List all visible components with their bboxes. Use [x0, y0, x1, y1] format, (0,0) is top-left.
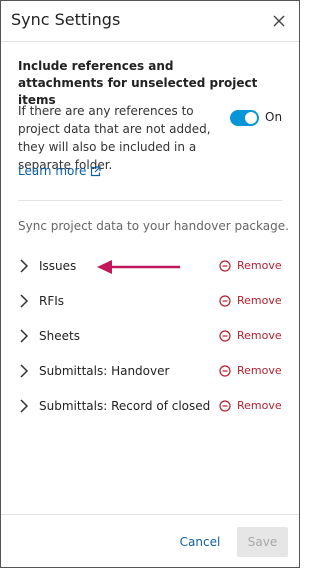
- chevron-right-icon[interactable]: [19, 364, 29, 378]
- dialog-title: Sync Settings: [11, 10, 121, 29]
- remove-button[interactable]: Remove: [219, 399, 282, 412]
- remove-button[interactable]: Remove: [219, 294, 282, 307]
- remove-label: Remove: [237, 364, 282, 377]
- save-button[interactable]: Save: [237, 527, 288, 557]
- learn-more-link[interactable]: Learn more: [18, 164, 102, 178]
- sync-item-label[interactable]: Issues: [39, 259, 76, 273]
- sync-description: Sync project data to your handover packa…: [18, 219, 289, 233]
- remove-button[interactable]: Remove: [219, 259, 282, 272]
- include-references-toggle[interactable]: [230, 110, 259, 126]
- sync-item-sheets: Sheets Remove: [1, 321, 299, 351]
- sync-item-label[interactable]: Sheets: [39, 329, 80, 343]
- sync-item-label[interactable]: RFIs: [39, 294, 64, 308]
- external-link-icon: [91, 165, 102, 176]
- minus-circle-icon: [219, 259, 231, 272]
- sync-settings-dialog: Sync Settings Include references and att…: [0, 0, 300, 568]
- toggle-state-label: On: [265, 110, 283, 124]
- minus-circle-icon: [219, 399, 231, 412]
- sync-item-label[interactable]: Submittals: Handover: [39, 364, 169, 378]
- chevron-right-icon[interactable]: [19, 294, 29, 308]
- remove-label: Remove: [237, 399, 282, 412]
- remove-label: Remove: [237, 259, 282, 272]
- chevron-right-icon[interactable]: [19, 329, 29, 343]
- close-icon[interactable]: [271, 13, 287, 29]
- minus-circle-icon: [219, 364, 231, 377]
- remove-label: Remove: [237, 294, 282, 307]
- remove-button[interactable]: Remove: [219, 364, 282, 377]
- sync-item-rfis: RFIs Remove: [1, 286, 299, 316]
- minus-circle-icon: [219, 294, 231, 307]
- chevron-right-icon[interactable]: [19, 259, 29, 273]
- annotation-arrow-icon: [97, 260, 180, 274]
- cancel-button[interactable]: Cancel: [175, 527, 225, 557]
- minus-circle-icon: [219, 329, 231, 342]
- toggle-knob: [245, 112, 257, 124]
- remove-button[interactable]: Remove: [219, 329, 282, 342]
- sync-item-label[interactable]: Submittals: Record of closed: [39, 399, 210, 413]
- sync-item-submittals-record: Submittals: Record of closed Remove: [1, 391, 299, 421]
- footer-divider: [1, 514, 299, 515]
- learn-more-label: Learn more: [18, 164, 87, 178]
- dialog-header: Sync Settings: [1, 1, 299, 42]
- section-divider: [18, 200, 282, 201]
- chevron-right-icon[interactable]: [19, 399, 29, 413]
- remove-label: Remove: [237, 329, 282, 342]
- sync-item-submittals-handover: Submittals: Handover Remove: [1, 356, 299, 386]
